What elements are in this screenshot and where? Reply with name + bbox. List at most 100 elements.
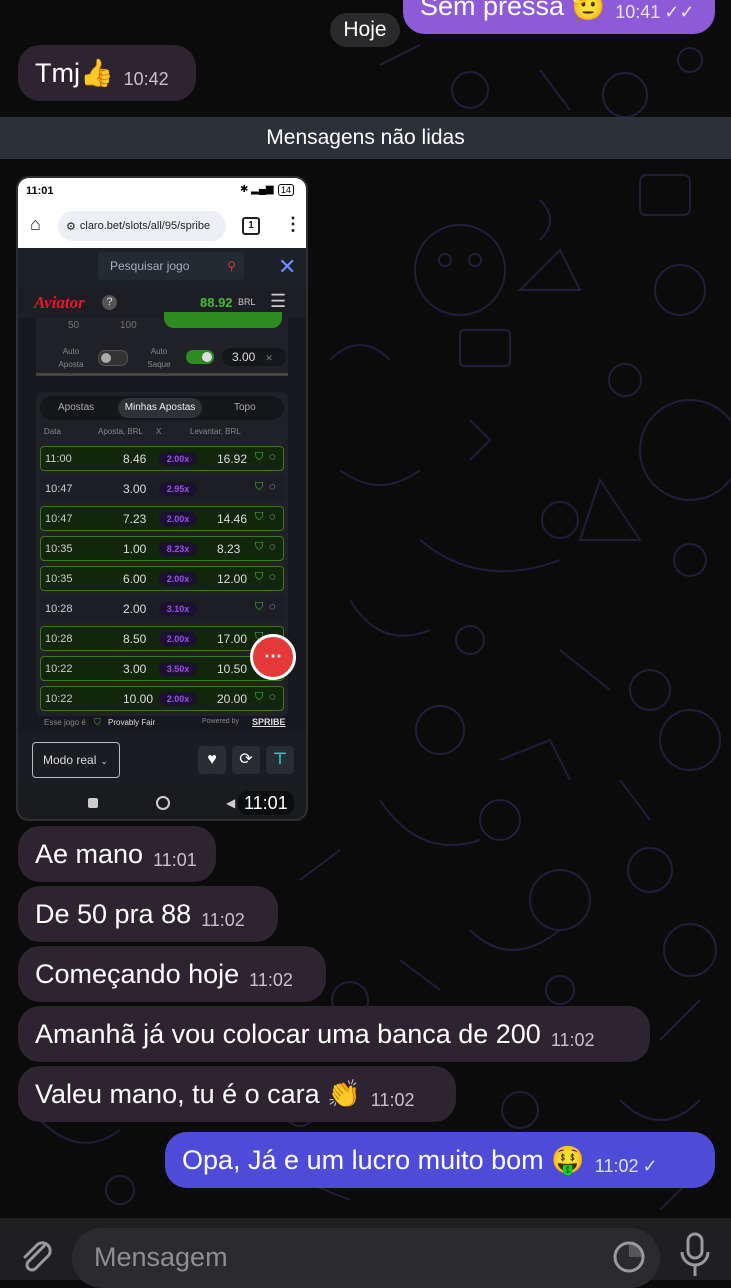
favorite-heart-icon[interactable]: ♥ — [198, 746, 226, 774]
comment-icon[interactable]: ◌ — [269, 511, 276, 523]
auto-cashout-label: Auto Saque — [147, 347, 171, 369]
bluetooth-signal-icon: ✱ ▂▄▆ — [240, 184, 274, 195]
column-multiplier: X — [156, 427, 162, 436]
powered-by-label: Powered by — [202, 718, 239, 725]
message-text: Tmj👍 — [35, 58, 114, 88]
bet-row: 10:47 3.00 2.95x ⛉ ◌ — [40, 476, 284, 501]
sticker-icon[interactable] — [612, 1240, 646, 1274]
comment-icon[interactable]: ◌ — [269, 691, 276, 703]
bet-amount: 6.00 — [123, 572, 147, 586]
game-search-input[interactable]: Pesquisar jogo ⚲ — [98, 252, 244, 280]
bet-time: 11:00 — [45, 453, 72, 465]
home-icon[interactable]: ⌂ — [30, 214, 41, 235]
site-settings-icon: ⚙ — [66, 220, 76, 233]
tabs-count-button[interactable]: 1 — [242, 217, 260, 235]
column-bet: Aposta, BRL — [98, 427, 143, 436]
refresh-icon[interactable]: ⟳ — [232, 746, 260, 774]
message-time: 11:01 — [153, 849, 197, 870]
bet-row: 10:47 7.23 14.46 2.00x ⛉ ◌ — [40, 506, 284, 531]
message-text: Sem pressa 🫡 — [420, 0, 606, 21]
url-text: claro.bet/slots/all/95/spribe — [79, 220, 211, 232]
bet-cashout: 10.50 — [217, 662, 248, 676]
fullscreen-icon[interactable]: ⊤ — [266, 746, 294, 774]
bet-amount: 3.00 — [123, 662, 147, 676]
fair-prefix: Esse jogo é — [44, 718, 86, 727]
bet-time: 10:22 — [45, 693, 73, 705]
status-time: 11:01 — [26, 185, 54, 197]
message-incoming[interactable]: Tmj👍 10:42 — [18, 45, 196, 101]
home-nav-icon[interactable] — [156, 796, 170, 810]
bet-multiplier: 8.23x — [159, 542, 197, 556]
bet-multiplier: 3.50x — [159, 662, 197, 676]
bet-multiplier: 2.00x — [159, 572, 197, 586]
battery-icon: 14 — [278, 184, 295, 196]
bet-panel: 50 100 Auto Aposta Auto Saque 3.00 ✕ — [36, 312, 288, 376]
message-time: 11:02 — [370, 1089, 415, 1110]
balance-value: 88.92 — [200, 295, 233, 310]
bet-cashout: 12.00 — [217, 572, 248, 586]
browser-menu-icon[interactable]: ⋮ — [284, 214, 302, 235]
auto-cashout-toggle[interactable] — [186, 350, 214, 364]
bet-time: 10:35 — [45, 573, 73, 585]
message-incoming[interactable]: Começando hoje 11:02 — [18, 946, 326, 1002]
message-time: 11:02 — [201, 909, 245, 930]
tab-topo[interactable]: Topo — [234, 402, 256, 413]
auto-bet-toggle[interactable] — [98, 350, 128, 366]
bet-amount: 8.50 — [123, 632, 147, 646]
message-outgoing[interactable]: Opa, Já e um lucro muito bom 🤑 11:02 ✓ — [165, 1132, 715, 1188]
bet-multiplier: 2.00x — [159, 452, 197, 466]
image-time: 11:01 — [238, 791, 294, 815]
clear-icon[interactable]: ✕ — [265, 353, 273, 363]
image-message-screenshot[interactable]: 11:01 ✱ ▂▄▆ 14 ⌂ ⚙ claro.bet/slots/all/9… — [16, 176, 308, 821]
url-bar[interactable]: ⚙ claro.bet/slots/all/95/spribe — [58, 211, 226, 241]
message-incoming[interactable]: Ae mano 11:01 — [18, 826, 216, 882]
close-icon[interactable]: ✕ — [278, 254, 296, 280]
auto-cashout-value[interactable]: 3.00 ✕ — [222, 348, 286, 366]
bet-amount-50[interactable]: 50 — [68, 320, 79, 331]
recent-apps-icon[interactable] — [88, 798, 98, 808]
attach-paperclip-icon[interactable] — [16, 1236, 56, 1276]
mode-select[interactable]: Modo real ⌄ — [32, 742, 120, 778]
bet-multiplier: 2.00x — [159, 692, 197, 706]
help-icon[interactable]: ? — [102, 295, 117, 310]
aviator-logo: Aviator — [34, 293, 85, 312]
comment-icon[interactable]: ◌ — [269, 601, 276, 613]
comment-icon[interactable]: ◌ — [269, 481, 276, 493]
provably-fair-link[interactable]: Provably Fair — [108, 718, 155, 727]
tab-minhas-apostas[interactable]: Minhas Apostas — [118, 398, 202, 418]
comment-icon[interactable]: ◌ — [269, 541, 276, 553]
comment-icon[interactable]: ◌ — [269, 451, 276, 463]
bet-time: 10:22 — [45, 663, 73, 675]
column-cashout: Levantar, BRL — [190, 427, 241, 436]
chat-support-button[interactable]: ⋯ — [250, 634, 296, 680]
back-nav-icon[interactable]: ◀ — [226, 796, 235, 810]
comment-icon[interactable]: ◌ — [269, 571, 276, 583]
shield-check-icon: ⛉ — [255, 571, 264, 583]
bet-amount: 7.23 — [123, 512, 147, 526]
phone-status-bar: 11:01 ✱ ▂▄▆ 14 — [18, 178, 306, 204]
bet-cashout: 16.92 — [217, 452, 248, 466]
shield-check-icon: ⛉ — [255, 451, 264, 463]
bet-button[interactable] — [164, 312, 282, 328]
balance-currency: BRL — [238, 297, 256, 307]
bet-amount-100[interactable]: 100 — [120, 320, 137, 331]
message-incoming[interactable]: Amanhã já vou colocar uma banca de 200 1… — [18, 1006, 650, 1062]
bet-cashout: 20.00 — [217, 692, 248, 706]
microphone-icon[interactable] — [678, 1232, 712, 1278]
bet-time: 10:35 — [45, 543, 73, 555]
read-checks-icon: ✓✓ — [664, 1, 695, 22]
chevron-down-icon: ⌄ — [100, 756, 108, 766]
message-text: Opa, Já e um lucro muito bom 🤑 — [182, 1145, 585, 1175]
tab-apostas[interactable]: Apostas — [58, 402, 94, 413]
message-input[interactable]: Mensagem — [72, 1228, 660, 1288]
bet-row: 10:22 10.00 20.00 2.00x ⛉ ◌ — [40, 686, 284, 711]
bet-cashout: 17.00 — [217, 632, 248, 646]
message-outgoing-partial[interactable]: Sem pressa 🫡 10:41 ✓✓ — [403, 0, 715, 34]
message-incoming[interactable]: Valeu mano, tu é o cara 👏 11:02 — [18, 1066, 456, 1122]
shield-check-icon: ⛉ — [255, 511, 264, 523]
message-incoming[interactable]: De 50 pra 88 11:02 — [18, 886, 278, 942]
hamburger-menu-icon[interactable]: ☰ — [270, 291, 286, 312]
message-time: 11:02 — [249, 969, 293, 990]
game-footer: Modo real ⌄ ♥ ⟳ ⊤ — [18, 732, 306, 788]
bet-amount: 1.00 — [123, 542, 147, 556]
